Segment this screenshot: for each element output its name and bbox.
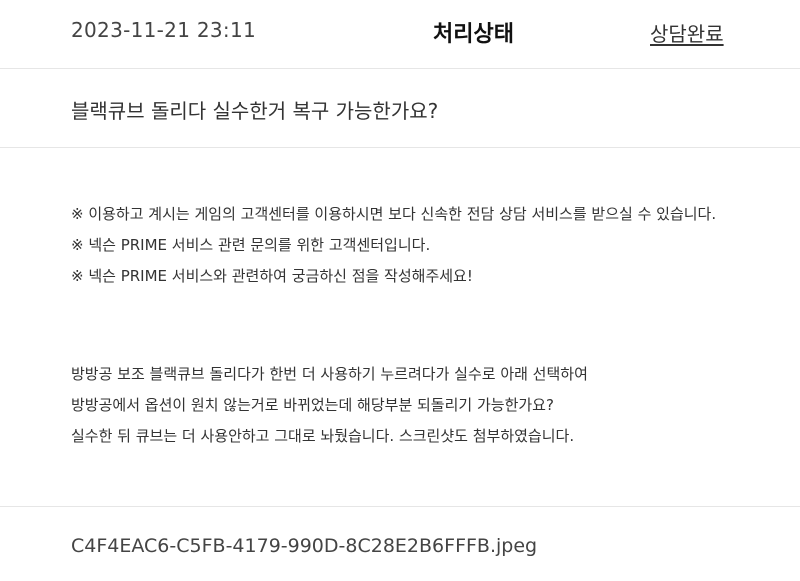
inquiry-body: 방방공 보조 블랙큐브 돌리다가 한번 더 사용하기 누르려다가 실수로 아래 … xyxy=(71,364,800,457)
inquiry-datetime: 2023-11-21 23:11 xyxy=(71,18,257,42)
inquiry-header: 2023-11-21 23:11 처리상태 상담완료 xyxy=(0,0,800,69)
inquiry-subject: 블랙큐브 돌리다 실수한거 복구 가능한가요? xyxy=(71,99,439,123)
attachment-link[interactable]: C4F4EAC6-C5FB-4179-990D-8C28E2B6FFFB.jpe… xyxy=(71,535,537,557)
subject-row: 블랙큐브 돌리다 실수한거 복구 가능한가요? xyxy=(0,69,800,148)
status-value-link[interactable]: 상담완료 xyxy=(650,18,724,47)
body-line: 방방공 보조 블랙큐브 돌리다가 한번 더 사용하기 누르려다가 실수로 아래 … xyxy=(71,365,588,383)
body-line: 방방공에서 옵션이 원치 않는거로 바뀌었는데 해당부분 되돌리기 가능한가요? xyxy=(71,396,554,414)
notice-line: ※ 이용하고 계시는 게임의 고객센터를 이용하시면 보다 신속한 전담 상담 … xyxy=(71,205,717,223)
status-title: 처리상태 xyxy=(433,22,514,47)
attachment-row: C4F4EAC6-C5FB-4179-990D-8C28E2B6FFFB.jpe… xyxy=(0,506,800,581)
body-line: 실수한 뒤 큐브는 더 사용안하고 그대로 놔뒀습니다. 스크린샷도 첨부하였습… xyxy=(71,427,575,445)
notice-line: ※ 넥슨 PRIME 서비스와 관련하여 궁금하신 점을 작성해주세요! xyxy=(71,267,473,285)
notice-block: ※ 이용하고 계시는 게임의 고객센터를 이용하시면 보다 신속한 전담 상담 … xyxy=(71,204,800,297)
notice-line: ※ 넥슨 PRIME 서비스 관련 문의를 위한 고객센터입니다. xyxy=(71,236,431,254)
